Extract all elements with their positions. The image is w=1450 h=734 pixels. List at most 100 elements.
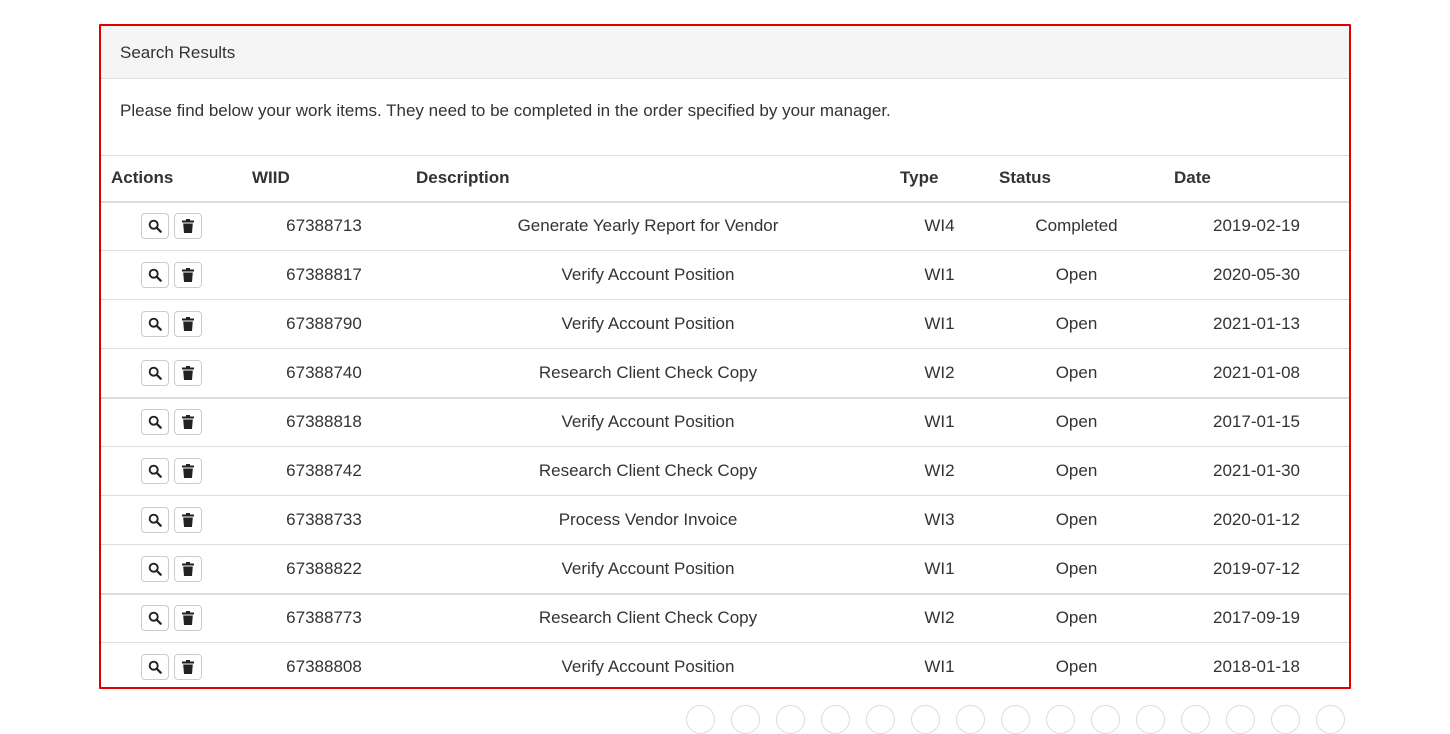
page-button[interactable] <box>776 705 805 734</box>
status-cell: Open <box>989 592 1164 643</box>
delete-button[interactable] <box>174 507 202 533</box>
wiid-cell: 67388817 <box>242 250 406 300</box>
date-cell: 2017-01-15 <box>1164 396 1349 447</box>
status-cell: Open <box>989 348 1164 398</box>
description-cell: Verify Account Position <box>406 396 890 447</box>
row-actions-cell <box>101 544 242 594</box>
column-header-actions: Actions <box>101 155 242 203</box>
type-cell: WI2 <box>890 446 989 496</box>
description-cell: Research Client Check Copy <box>406 348 890 398</box>
search-results-panel: Search Results Please find below your wo… <box>99 24 1351 689</box>
status-cell: Open <box>989 495 1164 545</box>
delete-button[interactable] <box>174 311 202 337</box>
page-button[interactable] <box>1316 705 1345 734</box>
delete-button[interactable] <box>174 409 202 436</box>
table-row: 67388808 Verify Account Position WI1 Open 20… <box>101 642 1349 687</box>
delete-button[interactable] <box>174 458 202 484</box>
status-cell: Open <box>989 299 1164 349</box>
row-actions-cell <box>101 348 242 398</box>
type-cell: WI1 <box>890 250 989 300</box>
table-row: 67388818 Verify Account Position WI1 Open 20… <box>101 396 1349 447</box>
status-cell: Open <box>989 544 1164 594</box>
type-cell: WI1 <box>890 544 989 594</box>
date-cell: 2021-01-08 <box>1164 348 1349 398</box>
delete-button[interactable] <box>174 262 202 288</box>
page-button[interactable] <box>911 705 940 734</box>
column-header-wiid[interactable]: WIID <box>242 155 406 203</box>
row-actions-cell <box>101 446 242 496</box>
view-button[interactable] <box>141 507 169 533</box>
view-button[interactable] <box>141 409 169 436</box>
search-icon <box>148 219 162 234</box>
date-cell: 2019-02-19 <box>1164 201 1349 251</box>
page-button[interactable] <box>1271 705 1300 734</box>
row-actions-cell <box>101 396 242 447</box>
page-button[interactable] <box>1226 705 1255 734</box>
delete-button[interactable] <box>174 654 202 681</box>
status-cell: Open <box>989 446 1164 496</box>
page-button[interactable] <box>866 705 895 734</box>
description-cell: Verify Account Position <box>406 544 890 594</box>
search-icon <box>148 660 162 675</box>
trash-icon <box>182 513 194 527</box>
search-icon <box>148 562 162 576</box>
search-icon <box>148 317 162 331</box>
wiid-cell: 67388773 <box>242 592 406 643</box>
delete-button[interactable] <box>174 605 202 632</box>
page-button[interactable] <box>956 705 985 734</box>
type-cell: WI4 <box>890 201 989 251</box>
table-row: 67388817 Verify Account Position WI1 Open 20… <box>101 250 1349 300</box>
page-button[interactable] <box>821 705 850 734</box>
type-cell: WI2 <box>890 592 989 643</box>
table-row: 67388790 Verify Account Position WI1 Open 20… <box>101 299 1349 349</box>
wiid-cell: 67388740 <box>242 348 406 398</box>
row-actions-cell <box>101 299 242 349</box>
column-header-type[interactable]: Type <box>890 155 989 203</box>
view-button[interactable] <box>141 458 169 484</box>
view-button[interactable] <box>141 311 169 337</box>
wiid-cell: 67388818 <box>242 396 406 447</box>
page-button[interactable] <box>1001 705 1030 734</box>
page-button[interactable] <box>1046 705 1075 734</box>
table-row: 67388773 Research Client Check Copy WI2 Ope… <box>101 592 1349 643</box>
delete-button[interactable] <box>174 213 202 240</box>
delete-button[interactable] <box>174 555 202 582</box>
row-actions-cell <box>101 250 242 300</box>
type-cell: WI3 <box>890 495 989 545</box>
status-cell: Open <box>989 396 1164 447</box>
view-button[interactable] <box>141 262 169 288</box>
column-header-description[interactable]: Description <box>406 155 890 203</box>
column-header-date[interactable]: Date <box>1164 155 1349 203</box>
page-button[interactable] <box>1091 705 1120 734</box>
description-cell: Verify Account Position <box>406 299 890 349</box>
date-cell: 2021-01-30 <box>1164 446 1349 496</box>
page-button[interactable] <box>731 705 760 734</box>
description-cell: Research Client Check Copy <box>406 446 890 496</box>
description-cell: Verify Account Position <box>406 250 890 300</box>
type-cell: WI1 <box>890 642 989 687</box>
pagination <box>686 705 1345 734</box>
search-icon <box>148 611 162 626</box>
trash-icon <box>182 365 194 380</box>
trash-icon <box>182 611 194 626</box>
page-button[interactable] <box>686 705 715 734</box>
row-actions-cell <box>101 201 242 251</box>
column-header-status[interactable]: Status <box>989 155 1164 203</box>
table-row: 67388742 Research Client Check Copy WI2 Ope… <box>101 446 1349 496</box>
view-button[interactable] <box>141 213 169 240</box>
wiid-cell: 67388742 <box>242 446 406 496</box>
row-actions-cell <box>101 495 242 545</box>
view-button[interactable] <box>141 555 169 582</box>
delete-button[interactable] <box>174 359 202 386</box>
status-cell: Open <box>989 250 1164 300</box>
trash-icon <box>182 268 194 282</box>
view-button[interactable] <box>141 654 169 681</box>
panel-intro-text: Please find below your work items. They … <box>120 101 891 120</box>
view-button[interactable] <box>141 359 169 386</box>
view-button[interactable] <box>141 605 169 632</box>
table-row: 67388740 Research Client Check Copy WI2 Ope… <box>101 348 1349 398</box>
page-button[interactable] <box>1181 705 1210 734</box>
wiid-cell: 67388733 <box>242 495 406 545</box>
trash-icon <box>182 660 194 675</box>
page-button[interactable] <box>1136 705 1165 734</box>
